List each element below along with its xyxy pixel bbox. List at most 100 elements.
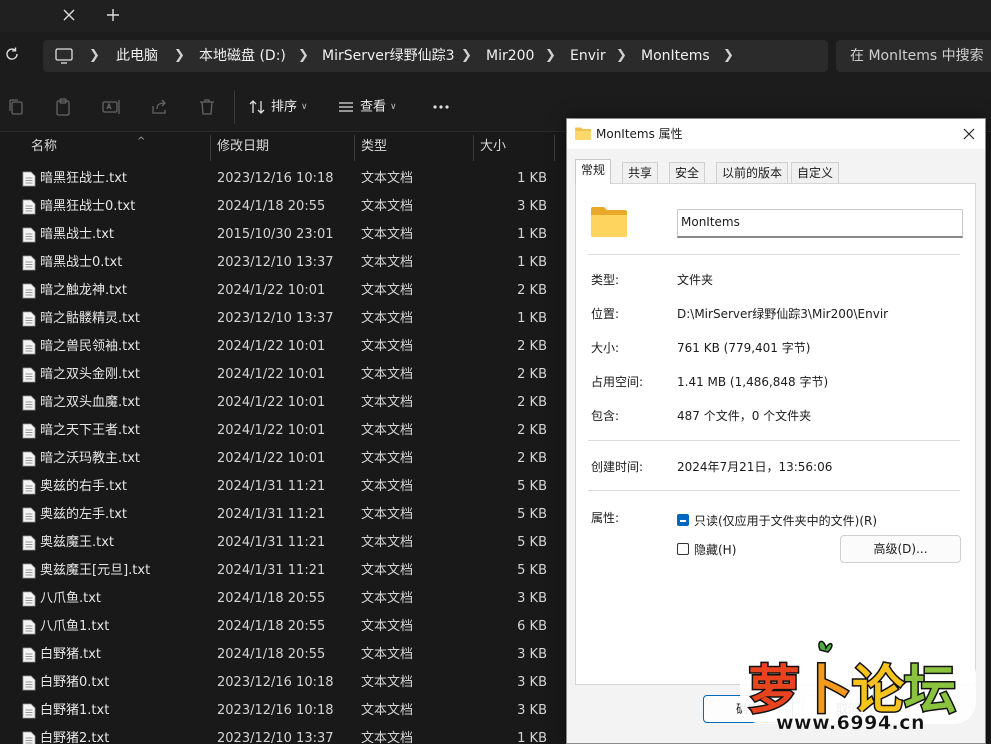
file-row[interactable]: 八爪鱼1.txt 2024/1/18 20:55 文本文档 6 KB (0, 613, 560, 641)
file-size: 2 KB (517, 395, 547, 410)
view-button[interactable]: 查看 ∨ (338, 95, 397, 119)
tab-general[interactable]: 常规 (575, 159, 612, 184)
hidden-label[interactable]: 隐藏(H) (694, 541, 736, 558)
breadcrumb-item[interactable]: MirServer绿野仙踪3 (322, 40, 455, 72)
file-row[interactable]: 白野猪1.txt 2023/12/16 10:18 文本文档 3 KB (0, 697, 560, 725)
file-row[interactable]: 奥兹的右手.txt 2024/1/31 11:21 文本文档 5 KB (0, 473, 560, 501)
file-size: 3 KB (517, 591, 547, 606)
chevron-right-icon: ❯ (89, 48, 100, 63)
column-header-size[interactable]: 大小 (474, 133, 554, 161)
file-row[interactable]: 暗之天下王者.txt 2024/1/22 10:01 文本文档 2 KB (0, 417, 560, 445)
file-row[interactable]: 奥兹魔王.txt 2024/1/31 11:21 文本文档 5 KB (0, 529, 560, 557)
folder-name-input[interactable]: MonItems (677, 209, 963, 238)
view-label: 查看 (360, 99, 387, 115)
file-name: 暗黑战士.txt (40, 227, 115, 242)
delete-icon[interactable] (197, 97, 217, 117)
more-options-icon[interactable] (430, 95, 454, 119)
file-date: 2024/1/18 20:55 (217, 591, 326, 606)
file-row[interactable]: 暗之触龙神.txt 2024/1/22 10:01 文本文档 2 KB (0, 277, 560, 305)
file-type: 文本文档 (361, 591, 414, 606)
file-type: 文本文档 (361, 171, 414, 186)
file-row[interactable]: 白野猪2.txt 2023/12/10 13:37 文本文档 1 KB (0, 725, 560, 744)
hidden-checkbox[interactable] (677, 543, 689, 555)
file-row[interactable]: 暗黑战士0.txt 2023/12/10 13:37 文本文档 1 KB (0, 249, 560, 277)
file-date: 2024/1/18 20:55 (217, 647, 326, 662)
text-file-icon (22, 451, 36, 467)
paste-icon[interactable] (53, 97, 73, 117)
readonly-checkbox[interactable] (677, 514, 689, 526)
divider (588, 490, 960, 491)
dialog-title: MonItems 属性 (596, 127, 683, 141)
file-row[interactable]: 暗之骷髅精灵.txt 2023/12/10 13:37 文本文档 1 KB (0, 305, 560, 333)
file-row[interactable]: 暗黑狂战士0.txt 2024/1/18 20:55 文本文档 3 KB (0, 193, 560, 221)
text-file-icon (22, 227, 36, 243)
copy-icon[interactable] (6, 97, 26, 117)
file-row[interactable]: 暗黑狂战士.txt 2023/12/16 10:18 文本文档 1 KB (0, 165, 560, 193)
breadcrumb-item[interactable]: 此电脑 (116, 40, 158, 72)
new-tab-button[interactable] (102, 4, 124, 26)
file-row[interactable]: 暗之双头血魔.txt 2024/1/22 10:01 文本文档 2 KB (0, 389, 560, 417)
computer-icon (55, 48, 73, 64)
column-header-name[interactable]: 名称 ^ (25, 133, 210, 161)
file-name: 暗黑狂战士.txt (40, 171, 128, 186)
file-date: 2024/1/31 11:21 (217, 563, 326, 578)
file-type: 文本文档 (361, 535, 414, 550)
file-name: 暗之兽民领袖.txt (40, 339, 141, 354)
text-file-icon (22, 395, 36, 411)
text-file-icon (22, 311, 36, 327)
file-row[interactable]: 奥兹的左手.txt 2024/1/31 11:21 文本文档 5 KB (0, 501, 560, 529)
file-type: 文本文档 (361, 507, 414, 522)
advanced-button[interactable]: 高级(D)... (840, 535, 961, 563)
share-icon[interactable] (149, 97, 169, 117)
location-value: D:\MirServer绿野仙踪3\Mir200\Envir (677, 307, 889, 321)
tab-security[interactable]: 安全 (669, 162, 706, 183)
file-date: 2023/12/16 10:18 (217, 675, 334, 690)
file-row[interactable]: 暗之兽民领袖.txt 2024/1/22 10:01 文本文档 2 KB (0, 333, 560, 361)
readonly-label[interactable]: 只读(仅应用于文件夹中的文件)(R) (694, 512, 877, 529)
rename-icon[interactable] (101, 97, 121, 117)
chevron-right-icon[interactable]: ❯ (723, 40, 734, 72)
file-row[interactable]: 白野猪0.txt 2023/12/16 10:18 文本文档 3 KB (0, 669, 560, 697)
file-size: 1 KB (517, 731, 547, 744)
search-input[interactable]: 在 MonItems 中搜索 (836, 40, 991, 72)
file-row[interactable]: 暗黑战士.txt 2015/10/30 23:01 文本文档 1 KB (0, 221, 560, 249)
type-value: 文件夹 (677, 273, 714, 287)
breadcrumb-item[interactable]: Mir200 (486, 40, 534, 72)
column-label: 类型 (361, 139, 388, 154)
address-bar[interactable]: ❯ 此电脑 ❯ 本地磁盘 (D:) ❯ MirServer绿野仙踪3 ❯ Mir… (43, 40, 828, 72)
tab-customize[interactable]: 自定义 (791, 162, 840, 183)
file-date: 2023/12/10 13:37 (217, 311, 334, 326)
file-type: 文本文档 (361, 675, 414, 690)
file-row[interactable]: 奥兹魔王[元旦].txt 2024/1/31 11:21 文本文档 5 KB (0, 557, 560, 585)
refresh-button[interactable] (4, 46, 22, 64)
tab-sharing[interactable]: 共享 (622, 162, 659, 183)
type-label: 类型: (591, 273, 620, 287)
column-divider[interactable] (554, 135, 555, 161)
file-row[interactable]: 暗之沃玛教主.txt 2024/1/22 10:01 文本文档 2 KB (0, 445, 560, 473)
disk-size-value: 1.41 MB (1,486,848 字节) (677, 375, 829, 389)
breadcrumb-item[interactable]: MonItems (641, 40, 710, 72)
text-file-icon (22, 367, 36, 383)
column-header-type[interactable]: 类型 (355, 133, 473, 161)
file-row[interactable]: 白野猪.txt 2024/1/18 20:55 文本文档 3 KB (0, 641, 560, 669)
sort-button[interactable]: 排序 ∨ (249, 95, 308, 119)
close-icon[interactable] (961, 126, 977, 142)
file-type: 文本文档 (361, 619, 414, 634)
file-row[interactable]: 暗之双头金刚.txt 2024/1/22 10:01 文本文档 2 KB (0, 361, 560, 389)
breadcrumb-item[interactable]: Envir (570, 40, 606, 72)
file-date: 2024/1/22 10:01 (217, 451, 326, 466)
file-name: 暗之触龙神.txt (40, 283, 128, 298)
file-type: 文本文档 (361, 367, 414, 382)
tab-previous-versions[interactable]: 以前的版本 (716, 162, 789, 183)
divider (588, 254, 960, 255)
column-header-date[interactable]: 修改日期 (211, 133, 354, 161)
file-type: 文本文档 (361, 199, 414, 214)
file-row[interactable]: 八爪鱼.txt 2024/1/18 20:55 文本文档 3 KB (0, 585, 560, 613)
text-file-icon (22, 339, 36, 355)
close-tab-button[interactable] (58, 4, 80, 26)
file-date: 2024/1/18 20:55 (217, 619, 326, 634)
attributes-label: 属性: (591, 511, 620, 525)
file-type: 文本文档 (361, 563, 414, 578)
breadcrumb-item[interactable]: 本地磁盘 (D:) (199, 40, 286, 72)
dialog-title-bar[interactable]: MonItems 属性 (567, 119, 985, 149)
